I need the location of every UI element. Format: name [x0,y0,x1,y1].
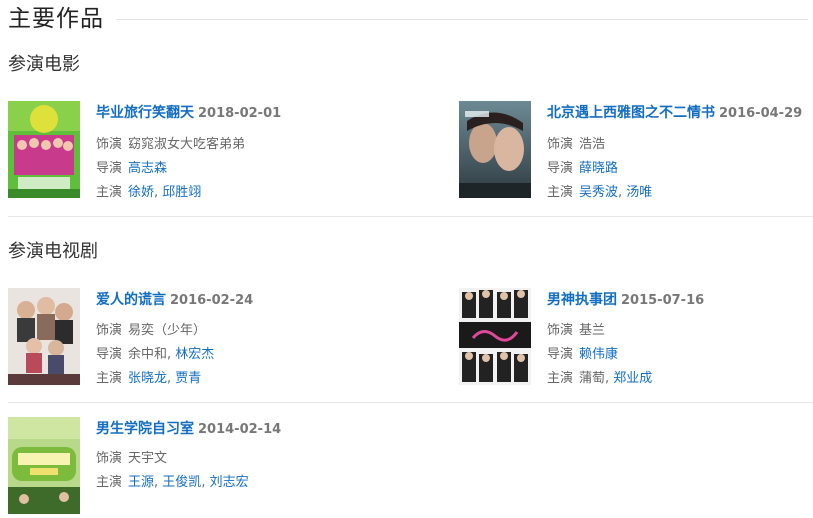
cast-label: 主演 [547,371,574,386]
director-label: 导演 [547,347,574,362]
work-date: 2014-02-14 [198,422,282,437]
poster-image[interactable] [8,288,80,385]
page-title: 主要作品 [8,6,104,32]
cast-value: 蒲萄 [579,371,606,386]
cast-line: 主演 张晓龙, 贾青 [96,371,202,386]
role-label: 饰演 [547,323,574,338]
poster-image[interactable] [8,417,80,514]
role-label: 饰演 [96,137,123,152]
cast-link[interactable]: 张晓龙 [128,371,167,386]
role-line: 饰演 浩浩 [547,133,605,152]
role-value: 天宇文 [128,451,168,466]
role-line: 饰演 窈窕淑女大吃客弟弟 [96,133,245,152]
director-line: 导演 赖伟康 [547,343,618,362]
director-line: 导演 余中和, 林宏杰 [96,347,215,362]
work-title: 北京遇上西雅图之不二情书 2016-04-29 [547,102,802,122]
work-card: 北京遇上西雅图之不二情书 2016-04-29 饰演 浩浩 导演 薛晓路 主演 吴秀波,… [459,101,809,201]
work-card: 男生学院自习室 2014-02-14 饰演 天宇文 主演 王源, 王俊凯, 刘志宏 [8,417,358,517]
section-title-tv: 参演电视剧 [8,241,98,262]
role-line: 饰演 易奕（少年） [96,319,206,338]
cast-link[interactable]: 邱胜翊 [162,185,201,200]
work-title: 男生学院自习室 2014-02-14 [96,418,281,438]
cast-link[interactable]: 汤唯 [626,185,652,200]
cast-line: 主演 徐娇, 邱胜翊 [96,185,202,200]
role-value: 浩浩 [579,137,606,152]
work-date: 2018-02-01 [198,106,282,121]
title-row: 主要作品 [8,4,808,34]
director-link[interactable]: 林宏杰 [175,347,214,362]
poster-image[interactable] [459,288,531,385]
work-title-link[interactable]: 男生学院自习室 [96,421,194,437]
director-label: 导演 [96,347,123,362]
work-title: 爱人的谎言 2016-02-24 [96,289,253,309]
work-date: 2016-02-24 [170,293,254,308]
section-title-movies: 参演电影 [8,54,80,75]
role-value: 基兰 [579,323,606,338]
director-link[interactable]: 高志森 [128,161,167,176]
cast-label: 主演 [96,475,123,490]
role-value: 窈窕淑女大吃客弟弟 [128,137,246,152]
cast-link[interactable]: 王俊凯 [162,475,201,490]
cast-label: 主演 [547,185,574,200]
cast-line: 主演 王源, 王俊凯, 刘志宏 [96,475,249,490]
cast-label: 主演 [96,185,123,200]
cast-link[interactable]: 徐娇 [128,185,154,200]
cast-link[interactable]: 王源 [128,475,154,490]
director-label: 导演 [96,161,123,176]
director-link[interactable]: 赖伟康 [579,347,618,362]
work-card: 爱人的谎言 2016-02-24 饰演 易奕（少年） 导演 余中和, 林宏杰 主演 张晓… [8,288,358,388]
poster-image[interactable] [459,101,531,198]
work-card: 男神执事团 2015-07-16 饰演 基兰 导演 赖伟康 主演 蒲萄, 郑业成 [459,288,809,388]
role-value: 易奕（少年） [128,323,207,338]
title-divider [116,19,808,20]
work-title: 毕业旅行笑翻天 2018-02-01 [96,102,281,122]
work-title: 男神执事团 2015-07-16 [547,289,704,309]
cast-link[interactable]: 郑业成 [613,371,652,386]
work-title-link[interactable]: 爱人的谎言 [96,292,166,308]
work-card: 毕业旅行笑翻天 2018-02-01 饰演 窈窕淑女大吃客弟弟 导演 高志森 主演 徐娇… [8,101,358,201]
role-label: 饰演 [96,323,123,338]
work-date: 2015-07-16 [621,293,705,308]
director-value: 余中和 [128,347,168,362]
director-label: 导演 [547,161,574,176]
work-title-link[interactable]: 男神执事团 [547,292,617,308]
work-date: 2016-04-29 [719,106,803,121]
role-line: 饰演 天宇文 [96,447,167,466]
role-line: 饰演 基兰 [547,319,605,338]
section-divider [8,216,813,217]
work-title-link[interactable]: 北京遇上西雅图之不二情书 [547,105,715,121]
item-divider [8,402,813,403]
work-title-link[interactable]: 毕业旅行笑翻天 [96,105,194,121]
cast-line: 主演 蒲萄, 郑业成 [547,371,653,386]
director-line: 导演 薛晓路 [547,157,618,176]
cast-line: 主演 吴秀波, 汤唯 [547,185,653,200]
director-link[interactable]: 薛晓路 [579,161,618,176]
role-label: 饰演 [547,137,574,152]
director-line: 导演 高志森 [96,157,167,176]
cast-link[interactable]: 刘志宏 [210,475,249,490]
cast-link[interactable]: 吴秀波 [579,185,618,200]
cast-label: 主演 [96,371,123,386]
cast-link[interactable]: 贾青 [175,371,201,386]
role-label: 饰演 [96,451,123,466]
poster-image[interactable] [8,101,80,198]
